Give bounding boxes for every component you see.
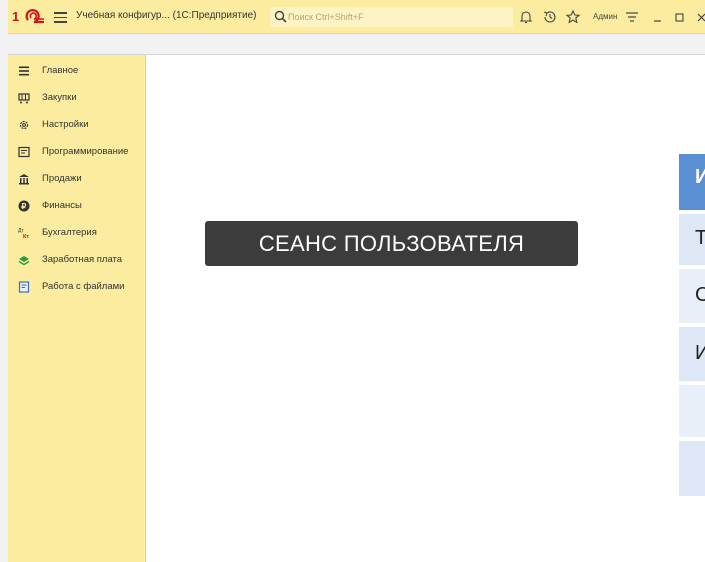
main-menu-icon[interactable] xyxy=(54,10,67,23)
main-content: СЕАНС ПОЛЬЗОВАТЕЛЯ И Т С И xyxy=(146,55,705,562)
sidebar-item-label: Финансы xyxy=(42,200,82,211)
svg-text:₽: ₽ xyxy=(21,202,26,211)
search-icon xyxy=(274,10,287,23)
global-search[interactable] xyxy=(270,7,513,27)
tile-item[interactable]: Т xyxy=(679,214,705,265)
top-bar: 1 Учебная конфигур... (1С:Предприятие) А… xyxy=(8,0,705,34)
sidebar-item-main[interactable]: Главное xyxy=(8,61,146,83)
sidebar-item-accounting[interactable]: Дт Кт Бухгалтерия xyxy=(8,223,146,245)
settings-menu-icon[interactable] xyxy=(624,9,640,25)
sections-panel: Главное Закупки Настройки Программирован… xyxy=(8,55,146,562)
debit-credit-icon: Дт Кт xyxy=(18,228,29,239)
cart-icon xyxy=(18,93,30,104)
sidebar-item-sales[interactable]: Продажи xyxy=(8,169,146,191)
search-input[interactable] xyxy=(288,9,508,25)
sidebar-item-finance[interactable]: ₽ Финансы xyxy=(8,196,146,218)
code-window-icon xyxy=(18,146,30,158)
file-icon xyxy=(18,281,30,293)
sidebar-item-label: Настройки xyxy=(42,119,89,130)
tile-item[interactable] xyxy=(679,441,705,496)
minimize-icon[interactable] xyxy=(650,9,666,25)
tile-label: И xyxy=(695,342,705,364)
sidebar-item-purchases[interactable]: Закупки xyxy=(8,88,146,110)
app-title: Учебная конфигур... (1С:Предприятие) xyxy=(76,10,257,21)
1c-logo-icon[interactable]: 1 xyxy=(12,9,46,25)
tile-label: С xyxy=(695,284,705,306)
window-left-edge xyxy=(0,0,8,562)
bell-icon[interactable] xyxy=(518,9,534,25)
tile-label: Т xyxy=(695,227,705,249)
sidebar-item-files[interactable]: Работа с файлами xyxy=(8,277,146,299)
user-name[interactable]: Админ xyxy=(593,12,617,21)
sidebar-item-label: Продажи xyxy=(42,173,82,184)
menu-lines-icon xyxy=(19,66,29,76)
sidebar-item-label: Бухгалтерия xyxy=(42,227,97,238)
shop-icon xyxy=(19,174,29,185)
sidebar-item-label: Программирование xyxy=(42,146,129,157)
tile-label: И xyxy=(695,166,705,188)
history-icon[interactable] xyxy=(542,9,558,25)
sidebar-item-programming[interactable]: Программирование xyxy=(8,142,146,164)
toolbar-strip xyxy=(8,34,705,55)
sidebar-item-label: Закупки xyxy=(42,92,77,103)
app-window: 1 Учебная конфигур... (1С:Предприятие) А… xyxy=(8,0,705,562)
maximize-icon[interactable] xyxy=(672,9,688,25)
tile-header[interactable]: И xyxy=(679,154,705,210)
tile-item[interactable]: С xyxy=(679,269,705,323)
close-icon[interactable] xyxy=(694,9,705,25)
tile-item[interactable]: И xyxy=(679,327,705,381)
svg-text:Кт: Кт xyxy=(23,234,29,239)
session-banner: СЕАНС ПОЛЬЗОВАТЕЛЯ xyxy=(205,221,578,266)
ruble-icon: ₽ xyxy=(18,200,30,212)
star-icon[interactable] xyxy=(565,9,581,25)
money-icon xyxy=(18,256,30,266)
sidebar-item-label: Работа с файлами xyxy=(42,281,125,292)
sidebar-item-label: Главное xyxy=(42,65,79,76)
tile-item[interactable] xyxy=(679,385,705,437)
sidebar-item-salary[interactable]: Заработная плата xyxy=(8,250,146,272)
sidebar-item-label: Заработная плата xyxy=(42,254,123,265)
svg-text:1: 1 xyxy=(12,9,19,24)
gear-icon xyxy=(19,120,29,130)
sidebar-item-settings[interactable]: Настройки xyxy=(8,115,146,137)
